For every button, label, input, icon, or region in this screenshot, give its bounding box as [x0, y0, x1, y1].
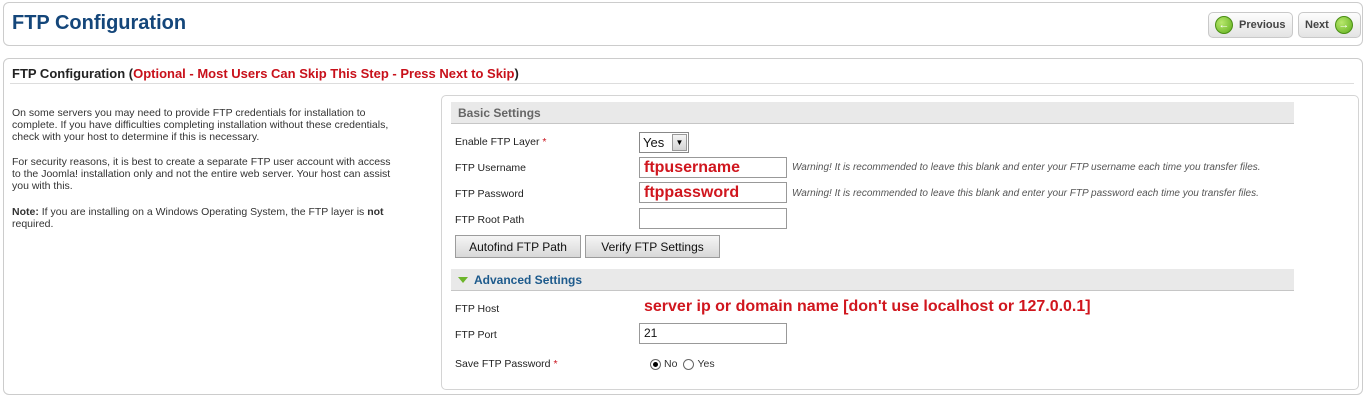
autofind-ftp-path-button[interactable]: Autofind FTP Path — [455, 235, 581, 258]
arrow-left-icon: ← — [1215, 16, 1233, 34]
section-title-end: ) — [514, 66, 519, 81]
password-warning: Warning! It is recommended to leave this… — [792, 188, 1259, 199]
ftp-port-label: FTP Port — [455, 329, 497, 341]
save-password-radio-group: No Yes — [650, 358, 715, 370]
ftp-host-input[interactable]: server ip or domain name [don't use loca… — [639, 296, 1299, 317]
advanced-settings-title: Advanced Settings — [474, 273, 583, 287]
verify-ftp-settings-button[interactable]: Verify FTP Settings — [585, 235, 720, 258]
ftp-host-label: FTP Host — [455, 303, 500, 315]
triangle-down-icon — [458, 276, 468, 283]
username-warning: Warning! It is recommended to leave this… — [792, 162, 1261, 173]
save-ftp-password-label: Save FTP Password * — [455, 358, 558, 370]
ftp-root-path-input[interactable] — [639, 208, 787, 229]
header-panel: FTP Configuration ← Previous Next → — [3, 2, 1363, 46]
ftp-root-path-label: FTP Root Path — [455, 214, 525, 226]
radio-yes[interactable] — [683, 358, 695, 370]
previous-label: Previous — [1239, 19, 1286, 31]
info-paragraph: For security reasons, it is best to crea… — [12, 156, 391, 192]
radio-selected-dot — [653, 361, 658, 367]
note-text-end: required. — [12, 218, 54, 230]
section-title-text: FTP Configuration ( — [12, 66, 134, 81]
radio-no-label: No — [664, 358, 678, 370]
ftp-password-input[interactable]: ftppassword — [639, 182, 787, 203]
advanced-settings-header[interactable]: Advanced Settings — [451, 269, 1294, 291]
arrow-right-icon: → — [1334, 16, 1353, 34]
enable-ftp-label-text: Enable FTP Layer — [455, 136, 540, 148]
note-bold: not — [367, 206, 384, 218]
note-paragraph: Note: If you are installing on a Windows… — [12, 206, 392, 230]
content-panel: FTP Configuration (Optional - Most Users… — [3, 58, 1363, 395]
previous-button[interactable]: ← Previous — [1208, 12, 1293, 38]
enable-ftp-label: Enable FTP Layer * — [455, 136, 546, 148]
page-title: FTP Configuration — [12, 12, 187, 34]
enable-ftp-value: Yes — [643, 135, 665, 150]
settings-box: Basic Settings Enable FTP Layer * Yes ▼ … — [441, 95, 1359, 390]
required-mark: * — [542, 136, 547, 148]
enable-ftp-select[interactable]: Yes ▼ — [639, 132, 689, 153]
ftp-username-input[interactable]: ftpusername — [639, 157, 787, 178]
basic-settings-header: Basic Settings — [451, 102, 1294, 124]
ftp-port-input[interactable]: 21 — [639, 323, 787, 344]
next-label: Next — [1305, 19, 1329, 31]
ftp-password-label: FTP Password — [455, 188, 524, 200]
note-prefix: Note: — [12, 206, 39, 218]
save-ftp-password-label-text: Save FTP Password — [455, 358, 551, 370]
next-button[interactable]: Next → — [1298, 12, 1361, 38]
ftp-username-label: FTP Username — [455, 162, 526, 174]
chevron-down-icon[interactable]: ▼ — [672, 134, 687, 151]
radio-yes-label: Yes — [697, 358, 715, 370]
divider — [10, 83, 1354, 84]
section-title: FTP Configuration (Optional - Most Users… — [12, 66, 519, 81]
radio-no[interactable] — [650, 358, 661, 370]
note-text: If you are installing on a Windows Opera… — [38, 206, 368, 218]
optional-note: Optional - Most Users Can Skip This Step… — [133, 66, 515, 81]
info-paragraph: On some servers you may need to provide … — [12, 107, 389, 143]
required-mark: * — [553, 358, 558, 370]
